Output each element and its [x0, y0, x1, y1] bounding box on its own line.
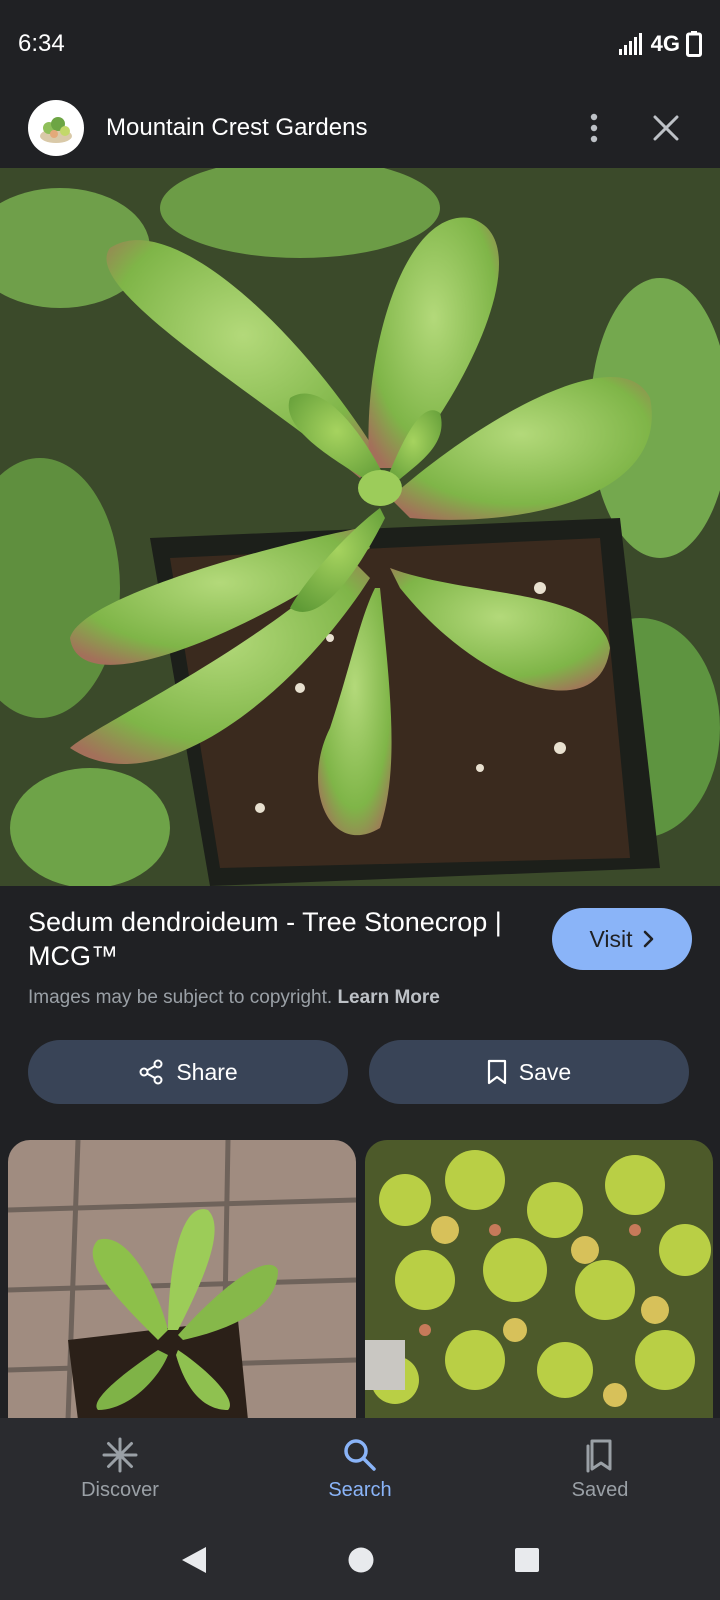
nav-label-saved: Saved: [571, 1478, 629, 1501]
site-logo-icon: [40, 117, 72, 143]
close-icon: [653, 115, 679, 141]
discover-icon: [102, 1437, 138, 1472]
related-photo-1: [8, 1140, 356, 1420]
copyright-notice: Images may be subject to copyright. Lear…: [28, 987, 692, 1009]
recents-icon[interactable]: [514, 1547, 540, 1573]
site-title[interactable]: Mountain Crest Gardens: [106, 114, 548, 142]
close-button[interactable]: [640, 102, 692, 154]
search-icon: [344, 1438, 376, 1471]
visit-label: Visit: [589, 925, 633, 952]
saved-icon: [586, 1439, 612, 1472]
signal-icon: [618, 33, 642, 55]
visit-button[interactable]: Visit: [552, 908, 692, 970]
status-bar: 6:34 4G: [0, 0, 720, 88]
status-icons: 4G: [618, 31, 702, 57]
save-button[interactable]: Save: [369, 1040, 689, 1104]
nav-saved[interactable]: Saved: [500, 1437, 700, 1502]
site-logo[interactable]: [28, 100, 84, 156]
status-time: 6:34: [18, 30, 65, 57]
main-image[interactable]: [0, 168, 720, 886]
result-title[interactable]: Sedum dendroideum - Tree Stonecrop | MCG…: [28, 905, 508, 973]
learn-more-link[interactable]: Learn More: [337, 987, 439, 1008]
nav-label-discover: Discover: [81, 1478, 159, 1501]
copyright-text: Images may be subject to copyright.: [28, 987, 333, 1008]
more-vert-icon: [590, 113, 598, 143]
network-label: 4G: [650, 31, 680, 56]
nav-label-search: Search: [328, 1478, 392, 1501]
related-photo-2: [365, 1140, 713, 1420]
related-image-2[interactable]: [365, 1140, 713, 1420]
share-button[interactable]: Share: [28, 1040, 348, 1104]
nav-discover[interactable]: Discover: [20, 1437, 220, 1502]
chevron-right-icon: [643, 930, 653, 948]
related-image-1[interactable]: [8, 1140, 356, 1420]
nav-search[interactable]: Search: [260, 1437, 460, 1502]
share-icon: [139, 1059, 163, 1085]
bookmark-icon: [487, 1059, 506, 1085]
share-label: Share: [176, 1058, 238, 1085]
battery-icon: [686, 31, 702, 57]
home-icon[interactable]: [347, 1546, 375, 1574]
more-options-button[interactable]: [568, 102, 620, 154]
system-nav-bar: [0, 1520, 720, 1600]
save-label: Save: [518, 1058, 572, 1085]
succulent-photo: [0, 168, 720, 886]
back-icon[interactable]: [180, 1545, 208, 1575]
bottom-nav: Discover Search Saved: [0, 1418, 720, 1520]
page-header: Mountain Crest Gardens: [0, 88, 720, 168]
